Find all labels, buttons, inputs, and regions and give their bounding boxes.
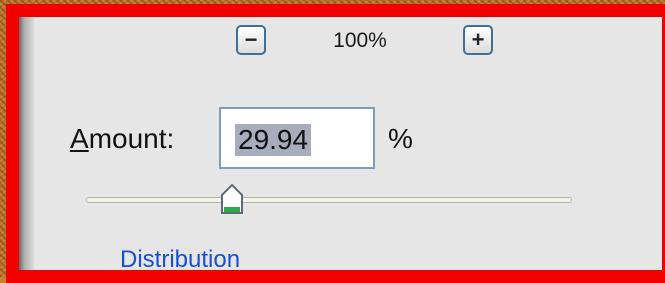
amount-slider-track[interactable] [86, 197, 572, 203]
amount-value: 29.94 [235, 124, 312, 156]
amount-slider-thumb[interactable] [220, 183, 244, 217]
amount-label: Amount: [70, 123, 174, 155]
minus-icon: − [244, 27, 258, 52]
amount-label-text: mount: [88, 123, 175, 154]
amount-input[interactable]: 29.94 [219, 107, 375, 169]
plus-icon: + [471, 27, 485, 52]
zoom-out-button[interactable]: − [236, 25, 266, 55]
zoom-controls: − 100% + [0, 25, 665, 59]
percent-unit: % [388, 123, 413, 154]
amount-label-accelerator: A [70, 123, 89, 154]
zoom-level: 100% [333, 29, 387, 52]
zoom-in-button[interactable]: + [463, 25, 493, 55]
distribution-label: Distribution [120, 246, 241, 273]
